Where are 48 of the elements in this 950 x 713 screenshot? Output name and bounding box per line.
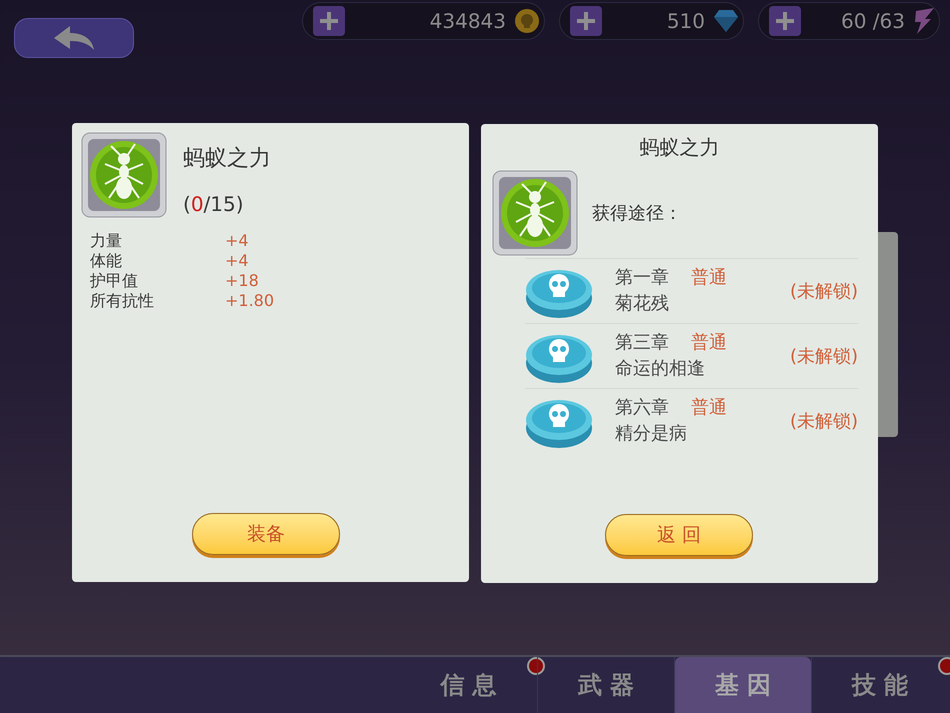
tab[interactable]: 武 器 xyxy=(538,657,674,713)
back-arrow-icon xyxy=(52,24,96,52)
gene-name: 蚂蚁之力 xyxy=(183,145,271,173)
plus-icon xyxy=(320,12,338,30)
add-button[interactable] xyxy=(313,6,345,36)
difficulty-label: 普通 xyxy=(691,396,727,420)
ant-gene-icon xyxy=(81,132,167,218)
chapter-label: 第三章 xyxy=(615,331,669,355)
chapter-label: 第六章 xyxy=(615,396,669,420)
currency-amount: 60 /63 xyxy=(841,8,905,35)
lock-status: (未解锁) xyxy=(790,280,858,304)
stat-label: 力量 xyxy=(90,231,123,251)
plus-icon xyxy=(776,12,794,30)
stat-value: +1.80 xyxy=(225,291,276,311)
source-row[interactable]: 第三章 普通 命运的相逢 (未解锁) xyxy=(525,323,858,388)
panel-title: 蚂蚁之力 xyxy=(638,134,720,161)
difficulty-label: 普通 xyxy=(691,331,727,355)
lightning-icon xyxy=(913,7,935,35)
source-row[interactable]: 第一章 普通 菊花残 (未解锁) xyxy=(525,258,858,323)
add-button[interactable] xyxy=(570,6,602,36)
currency-amount: 434843 xyxy=(430,8,506,35)
stage-name: 精分是病 xyxy=(615,422,688,446)
difficulty-label: 普通 xyxy=(691,266,727,290)
back-button[interactable] xyxy=(14,18,134,58)
source-heading: 获得途径： xyxy=(592,202,682,226)
lock-status: (未解锁) xyxy=(790,344,858,368)
return-button[interactable]: 返 回 xyxy=(605,514,753,556)
ant-gene-icon xyxy=(492,170,578,256)
stat-value: +4 xyxy=(225,231,250,251)
chapter-label: 第一章 xyxy=(615,266,669,290)
lock-status: (未解锁) xyxy=(790,410,858,434)
source-row[interactable]: 第六章 普通 精分是病 (未解锁) xyxy=(525,388,858,453)
stage-name: 命运的相逢 xyxy=(615,357,706,381)
progress-text: (0/15) xyxy=(183,191,245,218)
stat-label: 体能 xyxy=(90,251,123,271)
diamond-icon xyxy=(713,9,739,33)
plus-icon xyxy=(577,12,595,30)
tab[interactable]: 技 能 xyxy=(812,657,948,713)
stat-value: +4 xyxy=(225,251,250,271)
stat-label: 护甲值 xyxy=(90,271,139,291)
stage-name: 菊花残 xyxy=(615,292,670,316)
tab[interactable]: 基 因 xyxy=(675,657,811,713)
add-button[interactable] xyxy=(769,6,801,36)
stat-label: 所有抗性 xyxy=(90,291,155,311)
equip-button[interactable]: 装备 xyxy=(192,513,340,555)
tab[interactable]: 信 息 xyxy=(400,657,537,713)
stat-value: +18 xyxy=(225,271,260,291)
currency-amount: 510 xyxy=(666,8,705,35)
